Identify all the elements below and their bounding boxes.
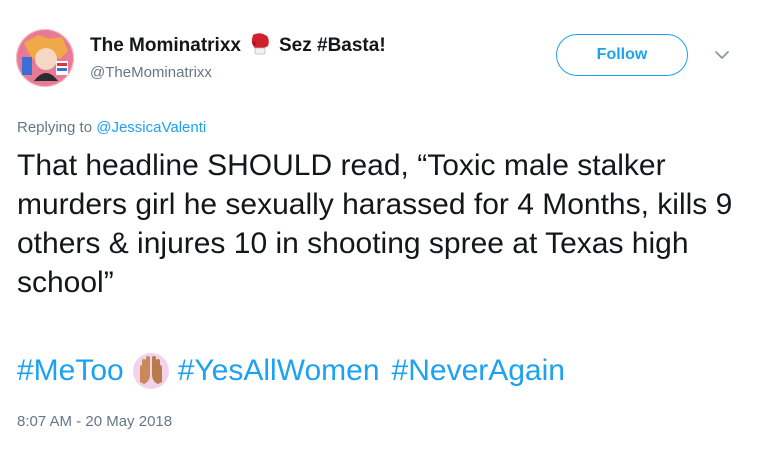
author-display-name[interactable]: The Mominatrixx [90, 35, 241, 57]
follow-button[interactable]: Follow [556, 34, 688, 76]
author-handle[interactable]: @TheMominatrixx [90, 64, 212, 81]
hashtag-yesallwomen[interactable]: #YesAllWomen [178, 351, 380, 391]
avatar[interactable] [16, 29, 74, 87]
author-name-row[interactable]: The Mominatrixx Sez #Basta! [90, 32, 386, 61]
tweet-text: That headline SHOULD read, “Toxic male s… [17, 149, 733, 299]
avatar-icon [16, 29, 74, 87]
chevron-down-icon[interactable] [714, 48, 730, 66]
hashtag-row: #MeToo #YesAllWomen #NeverAgain [17, 351, 565, 391]
raised-hands-icon [132, 352, 170, 390]
hashtag-neveragain[interactable]: #NeverAgain [392, 351, 565, 391]
replying-prefix: Replying to [17, 119, 93, 136]
boxing-glove-icon [249, 32, 271, 61]
hashtag-metoo[interactable]: #MeToo [17, 351, 124, 391]
reply-mention-link[interactable]: @JessicaValenti [96, 119, 206, 136]
replying-to-line: Replying to @JessicaValenti [17, 119, 206, 136]
tweet-timestamp[interactable]: 8:07 AM - 20 May 2018 [17, 413, 172, 430]
author-name-suffix[interactable]: Sez #Basta! [279, 35, 386, 57]
